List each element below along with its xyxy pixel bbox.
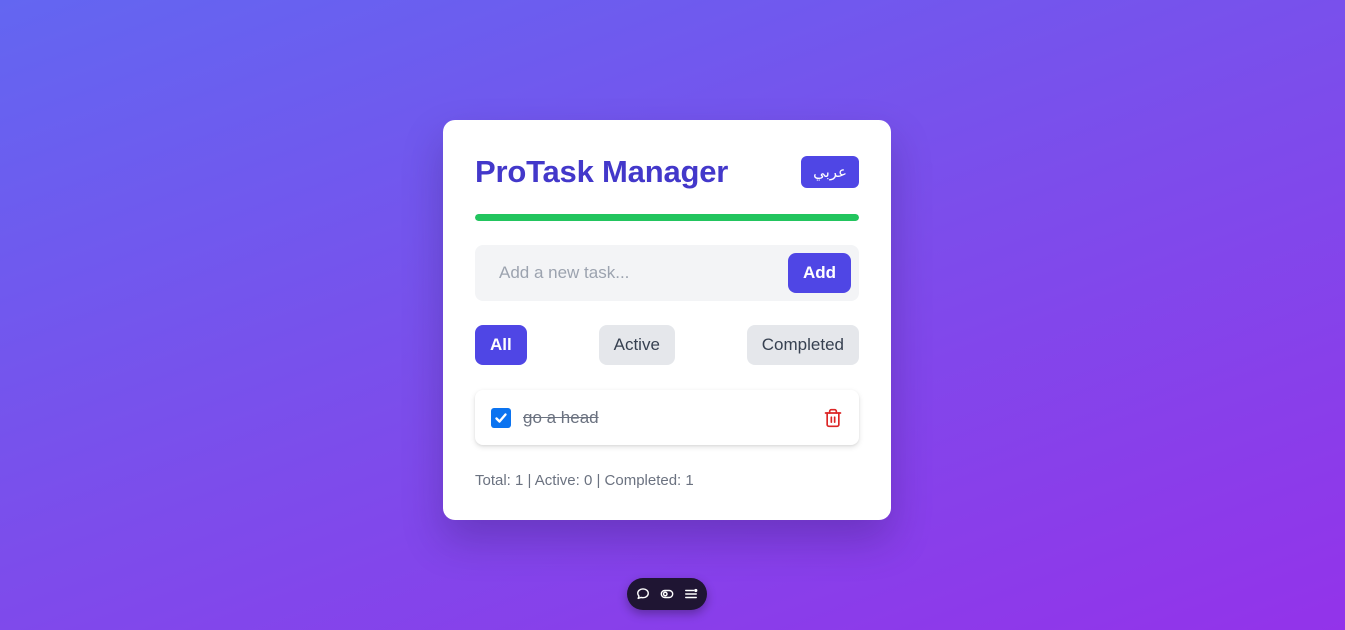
card-header: ProTask Manager عربي bbox=[475, 154, 859, 190]
task-stats: Total: 1 | Active: 0 | Completed: 1 bbox=[475, 472, 694, 489]
task-item: go a head bbox=[475, 390, 859, 445]
new-task-input[interactable] bbox=[499, 263, 788, 283]
filter-bar: All Active Completed bbox=[475, 325, 859, 365]
filter-all-button[interactable]: All bbox=[475, 325, 527, 365]
progress-fill bbox=[475, 214, 859, 221]
task-text: go a head bbox=[523, 407, 599, 427]
trash-icon[interactable] bbox=[823, 408, 843, 428]
menu-icon[interactable] bbox=[684, 587, 698, 601]
comment-icon[interactable] bbox=[636, 587, 650, 601]
task-checkbox[interactable] bbox=[491, 407, 511, 428]
add-task-button[interactable]: Add bbox=[788, 253, 851, 293]
add-task-row: Add bbox=[475, 245, 859, 301]
task-card: ProTask Manager عربي Add All Active Comp… bbox=[443, 120, 891, 520]
filter-completed-button[interactable]: Completed bbox=[746, 325, 859, 365]
app-title: ProTask Manager bbox=[475, 154, 729, 189]
floating-toolbar bbox=[627, 578, 707, 610]
toggle-icon[interactable] bbox=[660, 587, 674, 601]
progress-bar bbox=[475, 214, 859, 221]
language-toggle-button[interactable]: عربي bbox=[801, 156, 859, 188]
check-icon bbox=[495, 412, 507, 423]
filter-active-button[interactable]: Active bbox=[598, 325, 675, 365]
